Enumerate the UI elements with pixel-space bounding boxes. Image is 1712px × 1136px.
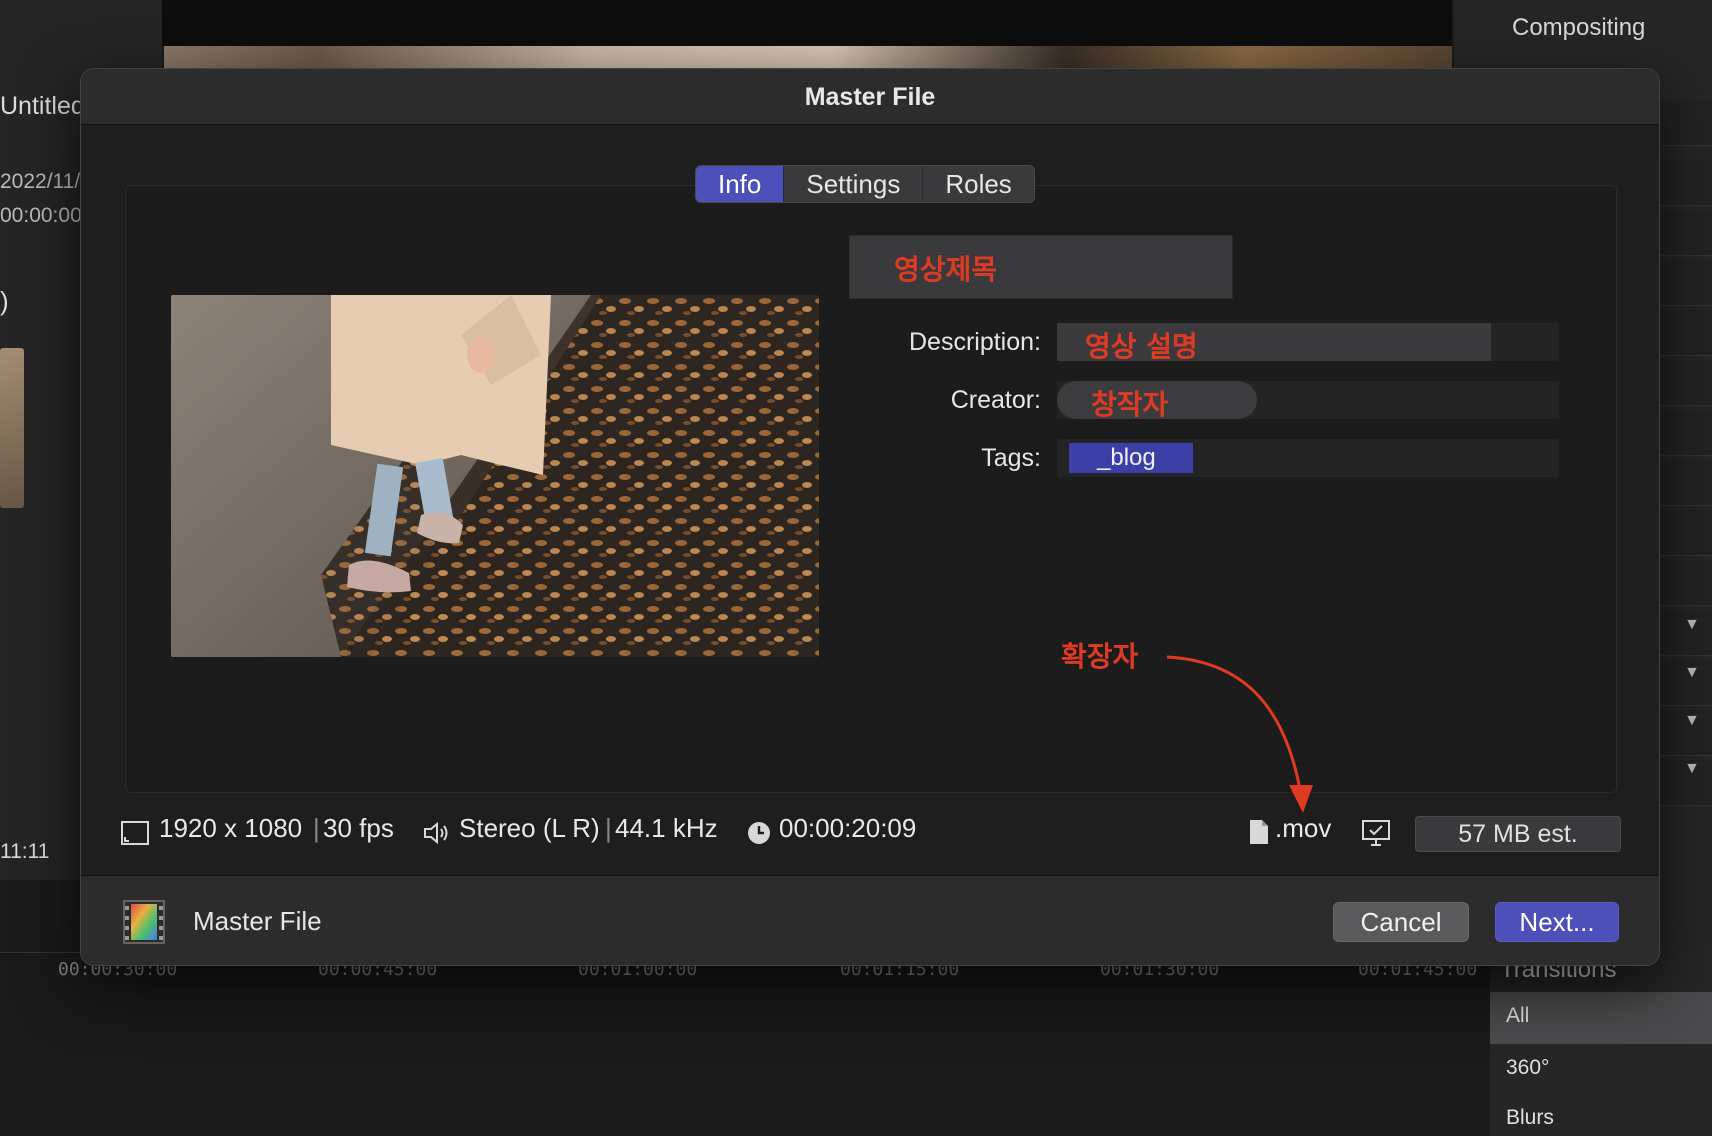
next-button[interactable]: Next... [1495, 902, 1619, 942]
master-file-dialog: Master File Info Settings Roles 영상제목 Des… [80, 68, 1660, 966]
stat-divider: | [605, 813, 612, 843]
transitions-item-blurs[interactable]: Blurs [1490, 1094, 1712, 1136]
description-label: Description: [909, 328, 1041, 356]
project-date: 2022/11/ [0, 170, 81, 193]
keyframe-marker-icon[interactable]: ▼ [1684, 616, 1704, 636]
duration-value: 00:00:20:09 [779, 813, 917, 843]
extension-annotation: 확장자 [1061, 640, 1139, 673]
app-window: Untitled 2022/11/ 00:00:00 ) 11:11 Compo… [0, 0, 1712, 1136]
project-title[interactable]: Untitled [0, 92, 85, 121]
dialog-footer: Master File Cancel Next... [81, 875, 1659, 965]
compatibility-icon[interactable] [1361, 819, 1391, 852]
keyframe-marker-icon[interactable]: ▼ [1684, 712, 1704, 732]
description-field[interactable]: 영상 설명 [1057, 323, 1491, 363]
name-field[interactable]: 영상제목 [849, 235, 1233, 299]
thumbnail-image [171, 295, 819, 657]
fps-value: 30 fps [323, 813, 394, 843]
audio-value: Stereo (L R) [459, 813, 600, 843]
creator-label: Creator: [950, 386, 1041, 414]
viewer-top [162, 0, 1452, 46]
keyframe-marker-icon[interactable]: ▼ [1684, 664, 1704, 684]
tab-settings[interactable]: Settings [784, 166, 924, 202]
resolution-value: 1920 x 1080 [159, 813, 303, 843]
stat-divider: | [313, 813, 320, 843]
dialog-title: Master File [81, 69, 1659, 125]
footer-destination-title: Master File [193, 906, 322, 936]
playhead-time: 11:11 [0, 840, 50, 863]
clock-icon [747, 821, 771, 850]
viewer-image [164, 46, 1452, 70]
tags-label: Tags: [981, 444, 1041, 472]
clip-thumbnail[interactable] [0, 348, 24, 508]
tab-bar: Info Settings Roles [695, 165, 1035, 203]
inspector-compositing-title: Compositing [1512, 14, 1646, 41]
sample-rate-value: 44.1 kHz [615, 813, 718, 843]
creator-field[interactable]: 창작자 [1057, 381, 1257, 421]
project-timecode: 00:00:00 [0, 204, 82, 227]
transitions-item-360[interactable]: 360° [1490, 1044, 1712, 1096]
cancel-button[interactable]: Cancel [1333, 902, 1469, 942]
file-icon [1249, 819, 1269, 850]
master-file-icon [123, 900, 165, 949]
tab-info[interactable]: Info [696, 166, 785, 202]
extension-value: .mov [1275, 813, 1332, 843]
transitions-item-all[interactable]: All [1490, 992, 1712, 1044]
size-estimate: 57 MB est. [1415, 816, 1621, 852]
keyframe-marker-icon[interactable]: ▼ [1684, 760, 1704, 780]
resolution-icon [121, 821, 149, 850]
speaker-icon [423, 821, 451, 850]
video-thumbnail [171, 295, 819, 657]
tab-roles[interactable]: Roles [923, 166, 1033, 202]
project-bracket: ) [0, 286, 9, 316]
tag-chip[interactable]: _blog [1069, 443, 1193, 473]
